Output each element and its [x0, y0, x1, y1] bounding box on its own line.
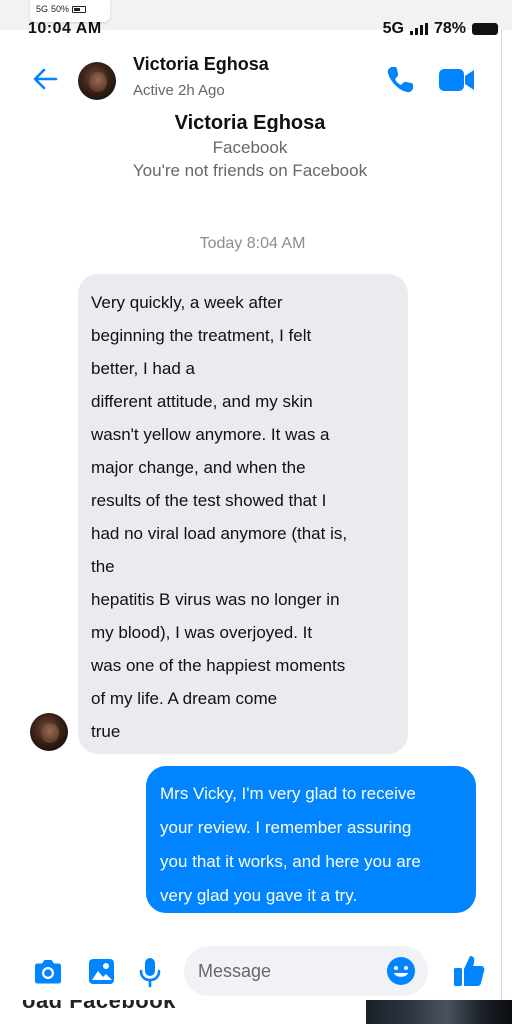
message-line: Very quickly, a week after [91, 293, 283, 312]
cropped-bottom-strip: oad Facebook [0, 1000, 512, 1024]
message-input[interactable] [198, 946, 388, 996]
outer-battery-label: 50% [51, 4, 70, 14]
emoji-icon[interactable] [386, 956, 416, 986]
message-timestamp: Today 8:04 AM [199, 235, 306, 252]
microphone-icon[interactable] [134, 956, 166, 988]
outer-status-indicators: 5G 50% [36, 4, 87, 14]
message-line: had no viral load anymore (that is, [91, 524, 348, 543]
video-camera-icon[interactable] [438, 66, 476, 94]
message-line: Mrs Vicky, I'm very glad to receive [160, 784, 416, 803]
message-line: your review. I remember assuring [160, 818, 412, 837]
thumbs-up-icon[interactable] [452, 952, 486, 988]
intro-relationship: You're not friends on Facebook [132, 161, 368, 180]
intro-platform: Facebook [212, 138, 288, 157]
chat-header: Victoria Eghosa Active 2h Ago [0, 36, 500, 112]
sender-avatar[interactable] [30, 713, 68, 751]
cropped-thumbnail-image [366, 1000, 512, 1024]
message-line: true [91, 722, 121, 741]
contact-name[interactable]: Victoria Eghosa [133, 54, 269, 75]
camera-icon[interactable] [32, 956, 64, 988]
message-line: my blood), I was overjoyed. It [91, 623, 313, 642]
message-line: of my life. A dream come [91, 689, 278, 708]
arrow-left-icon[interactable] [30, 64, 60, 94]
message-line: very glad you gave it a try. [160, 886, 358, 905]
message-line: results of the test showed that I [91, 491, 327, 510]
message-line: was one of the happiest moments [91, 656, 346, 675]
message-line: better, I had a [91, 359, 195, 378]
message-line: hepatitis B virus was no longer in [91, 590, 340, 609]
battery-icon [472, 23, 498, 35]
message-line: the [91, 557, 115, 576]
avatar[interactable] [78, 62, 116, 100]
cropped-caption: oad Facebook [22, 1000, 176, 1013]
message-line: different attitude, and my skin [91, 392, 313, 411]
battery-icon [72, 5, 87, 13]
intro-contact-name: Victoria Eghosa [174, 112, 326, 132]
outgoing-message-bubble[interactable]: Mrs Vicky, I'm very glad to receive your… [146, 766, 476, 913]
message-line: beginning the treatment, I felt [91, 326, 312, 345]
message-line: major change, and when the [91, 458, 306, 477]
outer-network-label: 5G [36, 4, 49, 14]
gallery-icon[interactable] [86, 956, 118, 988]
status-bar: 10:04 AM 5G 78% [0, 18, 512, 37]
message-line: wasn't yellow anymore. It was a [91, 425, 330, 444]
message-composer [0, 938, 500, 1000]
signal-icon [409, 23, 428, 35]
phone-icon[interactable] [384, 64, 416, 96]
message-line: you that it works, and here you are [160, 852, 421, 871]
message-field[interactable] [184, 946, 428, 996]
incoming-message-bubble[interactable]: Very quickly, a week after beginning the… [78, 274, 408, 754]
active-status: Active 2h Ago [133, 82, 225, 99]
